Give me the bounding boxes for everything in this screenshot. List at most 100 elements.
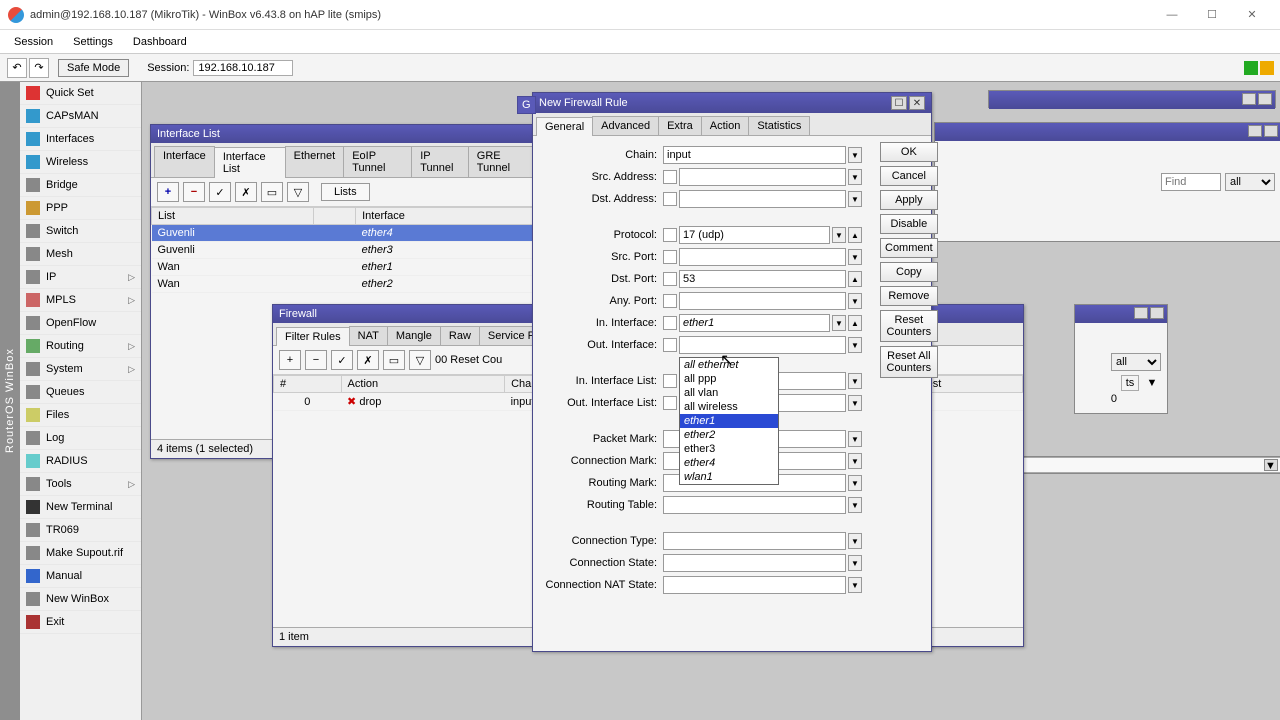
sidebar-item-quick-set[interactable]: Quick Set [20, 82, 141, 105]
dstport-neg-checkbox[interactable] [663, 272, 677, 286]
cancel-button[interactable]: Cancel [880, 166, 938, 186]
rmark-expand-icon[interactable]: ▼ [848, 475, 862, 491]
rule-tab[interactable]: Action [701, 116, 750, 135]
outiface-expand-icon[interactable]: ▼ [848, 337, 862, 353]
table-row[interactable]: Wanether1 [152, 259, 539, 276]
fw-reset-counters-button[interactable]: 00 Reset Cou [435, 354, 502, 366]
dropdown-item[interactable]: all wireless [680, 400, 778, 414]
fw-tab[interactable]: Filter Rules [276, 327, 350, 346]
comment-button[interactable]: ▭ [261, 182, 283, 202]
chain-dropdown-icon[interactable]: ▼ [848, 147, 862, 163]
ctype-expand-icon[interactable]: ▼ [848, 533, 862, 549]
sidebar-item-openflow[interactable]: OpenFlow [20, 312, 141, 335]
dropdown-item[interactable]: wlan1 [680, 470, 778, 484]
restore-icon[interactable] [1134, 307, 1148, 319]
fw-enable-button[interactable]: ✓ [331, 350, 353, 370]
proto-dropdown-icon[interactable]: ▼ [832, 227, 846, 243]
filter-select[interactable]: all [1225, 173, 1275, 191]
copy-button[interactable]: Copy [880, 262, 938, 282]
remove-button[interactable]: Remove [880, 286, 938, 306]
fw-tab[interactable]: Mangle [387, 326, 441, 345]
sidebar-item-ip[interactable]: IP▷ [20, 266, 141, 289]
dropdown-item[interactable]: all ethernet [680, 358, 778, 372]
table-header[interactable] [313, 208, 356, 225]
fw-comment-button[interactable]: ▭ [383, 350, 405, 370]
safe-mode-button[interactable]: Safe Mode [58, 59, 129, 77]
chain-input[interactable] [663, 146, 846, 164]
sidebar-item-wireless[interactable]: Wireless [20, 151, 141, 174]
srcport-expand-icon[interactable]: ▼ [848, 249, 862, 265]
find-input[interactable] [1161, 173, 1221, 191]
iflist-table[interactable]: ListInterface Guvenliether4Guvenliether3… [151, 207, 539, 293]
sidebar-item-capsman[interactable]: CAPsMAN [20, 105, 141, 128]
fw-filter-button[interactable]: ▽ [409, 350, 431, 370]
fw-disable-button[interactable]: ✗ [357, 350, 379, 370]
disable-button[interactable]: ✗ [235, 182, 257, 202]
reset-all-counters-button[interactable]: Reset All Counters [880, 346, 938, 378]
fw-add-button[interactable]: + [279, 350, 301, 370]
srcaddr-neg-checkbox[interactable] [663, 170, 677, 184]
cstate-input[interactable] [663, 554, 846, 572]
proto-neg-checkbox[interactable] [663, 228, 677, 242]
close-icon[interactable] [1264, 125, 1278, 137]
rule-tab[interactable]: General [536, 117, 593, 136]
dropdown-item[interactable]: all ppp [680, 372, 778, 386]
add-button[interactable]: + [157, 182, 179, 202]
proto-collapse-icon[interactable]: ▲ [848, 227, 862, 243]
srcaddr-expand-icon[interactable]: ▼ [848, 169, 862, 185]
srcport-neg-checkbox[interactable] [663, 250, 677, 264]
iflist-tab[interactable]: Ethernet [285, 146, 345, 177]
reset-counters-button[interactable]: Reset Counters [880, 310, 938, 342]
apply-button[interactable]: Apply [880, 190, 938, 210]
enable-button[interactable]: ✓ [209, 182, 231, 202]
table-header[interactable]: Interface [356, 208, 539, 225]
filter-select-2[interactable]: all [1111, 353, 1161, 371]
pmark-expand-icon[interactable]: ▼ [848, 431, 862, 447]
iniface-collapse-icon[interactable]: ▲ [848, 315, 862, 331]
cnat-input[interactable] [663, 576, 846, 594]
inilist-expand-icon[interactable]: ▼ [848, 373, 862, 389]
menu-settings[interactable]: Settings [63, 33, 123, 51]
sidebar-item-manual[interactable]: Manual [20, 565, 141, 588]
iniface-neg-checkbox[interactable] [663, 316, 677, 330]
anyport-neg-checkbox[interactable] [663, 294, 677, 308]
outilist-expand-icon[interactable]: ▼ [848, 395, 862, 411]
sidebar-item-make-supout.rif[interactable]: Make Supout.rif [20, 542, 141, 565]
sidebar-item-interfaces[interactable]: Interfaces [20, 128, 141, 151]
sidebar-item-system[interactable]: System▷ [20, 358, 141, 381]
table-row[interactable]: Wanether2 [152, 276, 539, 293]
sidebar-item-ppp[interactable]: PPP [20, 197, 141, 220]
sidebar-item-log[interactable]: Log [20, 427, 141, 450]
menu-session[interactable]: Session [4, 33, 63, 51]
sidebar-item-queues[interactable]: Queues [20, 381, 141, 404]
sidebar-item-files[interactable]: Files [20, 404, 141, 427]
dstport-input[interactable] [679, 270, 846, 288]
sidebar-item-new-winbox[interactable]: New WinBox [20, 588, 141, 611]
close-icon[interactable] [1258, 93, 1272, 105]
table-header[interactable]: Action [341, 376, 505, 393]
sidebar-item-routing[interactable]: Routing▷ [20, 335, 141, 358]
cmark-expand-icon[interactable]: ▼ [848, 453, 862, 469]
rule-tab[interactable]: Advanced [592, 116, 659, 135]
outiface-neg-checkbox[interactable] [663, 338, 677, 352]
rtable-expand-icon[interactable]: ▼ [848, 497, 862, 513]
restore-button[interactable]: ☐ [891, 96, 907, 110]
iniface-dropdown[interactable]: all ethernetall pppall vlanall wirelesse… [679, 357, 779, 485]
iflist-tab[interactable]: Interface [154, 146, 215, 177]
iflist-tab[interactable]: EoIP Tunnel [343, 146, 412, 177]
close-icon[interactable] [1150, 307, 1164, 319]
sidebar-item-tr069[interactable]: TR069 [20, 519, 141, 542]
menu-dashboard[interactable]: Dashboard [123, 33, 197, 51]
table-header[interactable]: # [274, 376, 342, 393]
maximize-button[interactable]: ☐ [1192, 1, 1232, 29]
sidebar-item-tools[interactable]: Tools▷ [20, 473, 141, 496]
sidebar-item-new-terminal[interactable]: New Terminal [20, 496, 141, 519]
disable-button[interactable]: Disable [880, 214, 938, 234]
proto-input[interactable] [679, 226, 830, 244]
lists-button[interactable]: Lists [321, 183, 370, 201]
iflist-tab[interactable]: IP Tunnel [411, 146, 469, 177]
dropdown-item[interactable]: ether3 [680, 442, 778, 456]
sidebar-item-bridge[interactable]: Bridge [20, 174, 141, 197]
restore-icon[interactable] [1242, 93, 1256, 105]
remove-button[interactable]: − [183, 182, 205, 202]
